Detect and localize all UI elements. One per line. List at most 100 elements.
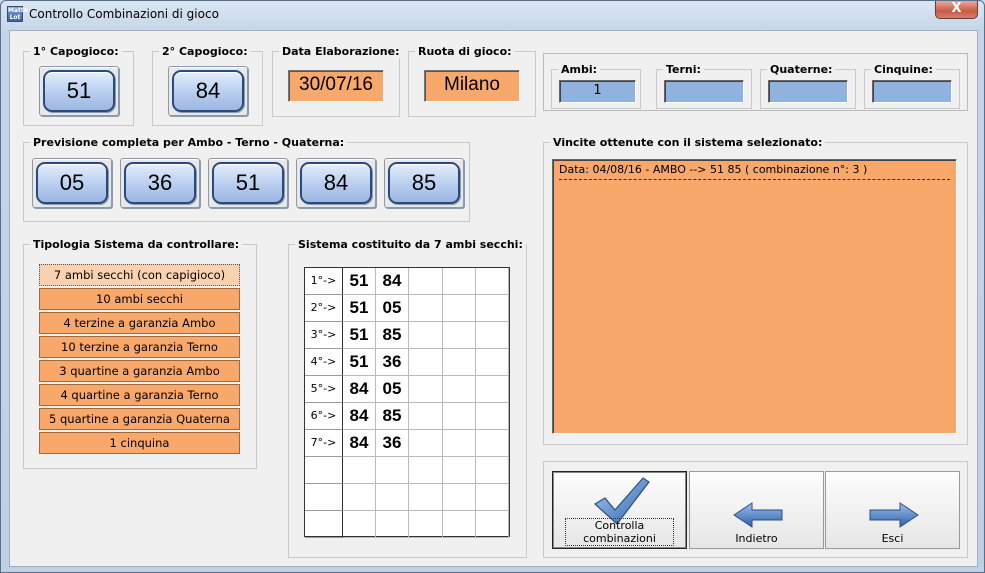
client-area: 1° Capogioco: 51 2° Capogioco: 84 Data E… — [9, 30, 978, 567]
grid-cell — [409, 430, 443, 457]
grid-cell — [443, 457, 476, 484]
capogioco1-button[interactable]: 51 — [43, 70, 115, 112]
grid-row-label: 5°-> — [305, 376, 343, 403]
grid-cell — [443, 268, 476, 295]
grid-cell: 84 — [343, 403, 376, 430]
previsione-frame-4: 84 — [296, 158, 376, 208]
grid-row-label: 6°-> — [305, 403, 343, 430]
previsione-group: Previsione completa per Ambo - Terno - Q… — [23, 136, 470, 222]
wins-list[interactable]: Data: 04/08/16 - AMBO --> 51 85 ( combin… — [552, 159, 957, 434]
ruota-group: Ruota di gioco: Milano — [408, 45, 536, 117]
esci-label: Esci — [881, 532, 904, 545]
system-option-7[interactable]: 5 quartine a garanzia Quaterna — [39, 408, 240, 430]
system-option-6[interactable]: 4 quartine a garanzia Terno — [39, 384, 240, 406]
ruota-value: Milano — [424, 70, 520, 102]
cinquine-value — [872, 80, 952, 103]
arrow-left-icon — [733, 502, 783, 528]
capogioco1-label: 1° Capogioco: — [30, 45, 122, 58]
tipologia-label: Tipologia Sistema da controllare: — [30, 238, 243, 251]
previsione-number[interactable]: 36 — [124, 162, 196, 204]
previsione-number[interactable]: 51 — [212, 162, 284, 204]
grid-cell — [409, 511, 443, 538]
grid-cell — [409, 349, 443, 376]
app-icon: Matte Lot — [7, 6, 28, 22]
previsione-label: Previsione completa per Ambo - Terno - Q… — [30, 136, 348, 149]
controlla-combinazioni-label: Controlla combinazioni — [565, 518, 674, 546]
system-option-5[interactable]: 3 quartine a garanzia Ambo — [39, 360, 240, 382]
grid-cell — [343, 484, 376, 511]
grid-cell: 51 — [343, 268, 376, 295]
vincite-label: Vincite ottenute con il sistema selezion… — [550, 136, 826, 149]
system-option-1[interactable]: 7 ambi secchi (con capigioco) — [39, 264, 240, 286]
app-window: Matte Lot Controllo Combinazioni di gioc… — [0, 0, 985, 573]
grid-cell: 84 — [343, 430, 376, 457]
system-option-3[interactable]: 4 terzine a garanzia Ambo — [39, 312, 240, 334]
win-entry[interactable]: Data: 04/08/16 - AMBO --> 51 85 ( combin… — [559, 163, 867, 176]
grid-cell — [343, 457, 376, 484]
esci-button[interactable]: Esci — [825, 471, 960, 549]
grid-cell: 51 — [343, 295, 376, 322]
actions-group: Controlla combinazioni Indietro Esci — [543, 461, 968, 558]
previsione-number[interactable]: 84 — [300, 162, 372, 204]
close-button[interactable]: X — [935, 1, 978, 19]
controlla-combinazioni-button[interactable]: Controlla combinazioni — [552, 471, 687, 549]
grid-cell — [476, 322, 509, 349]
grid-row-label — [305, 484, 343, 511]
capogioco2-frame: 84 — [168, 66, 248, 116]
data-elaborazione-label: Data Elaborazione: — [279, 45, 403, 58]
sistema-label: Sistema costituito da 7 ambi secchi: — [295, 238, 526, 251]
grid-row-label: 7°-> — [305, 430, 343, 457]
grid-cell: 36 — [376, 349, 409, 376]
previsione-frame-3: 51 — [208, 158, 288, 208]
grid-cell: 85 — [376, 403, 409, 430]
ambi-group: Ambi: 1 — [551, 63, 641, 109]
grid-cell — [443, 511, 476, 538]
grid-cell: 05 — [376, 376, 409, 403]
title-bar[interactable]: Matte Lot Controllo Combinazioni di gioc… — [1, 1, 984, 27]
grid-row-label — [305, 457, 343, 484]
previsione-number[interactable]: 85 — [388, 162, 460, 204]
grid-cell: 36 — [376, 430, 409, 457]
ambi-value: 1 — [559, 80, 636, 103]
grid-cell: 05 — [376, 295, 409, 322]
tipologia-group: Tipologia Sistema da controllare: 7 ambi… — [23, 238, 257, 469]
combination-grid: 1°-> 51 84 2°-> 51 05 3°-> 51 85 4°-> 51 36 5°-> 84 05… — [304, 267, 510, 538]
vincite-group: Vincite ottenute con il sistema selezion… — [543, 136, 968, 445]
grid-cell — [409, 295, 443, 322]
cinquine-label: Cinquine: — [871, 63, 936, 76]
grid-cell — [409, 322, 443, 349]
system-option-2[interactable]: 10 ambi secchi — [39, 288, 240, 310]
previsione-frame-5: 85 — [384, 158, 464, 208]
previsione-frame-2: 36 — [120, 158, 200, 208]
system-option-8[interactable]: 1 cinquina — [39, 432, 240, 454]
grid-cell — [443, 403, 476, 430]
grid-cell: 85 — [376, 322, 409, 349]
grid-cell — [409, 457, 443, 484]
previsione-frame-1: 05 — [32, 158, 112, 208]
previsione-number[interactable]: 05 — [36, 162, 108, 204]
grid-row-label: 3°-> — [305, 322, 343, 349]
indietro-button[interactable]: Indietro — [689, 471, 824, 549]
grid-cell: 84 — [376, 268, 409, 295]
quaterne-label: Quaterne: — [767, 63, 836, 76]
system-option-4[interactable]: 10 terzine a garanzia Terno — [39, 336, 240, 358]
terni-group: Terni: — [656, 63, 752, 109]
grid-cell: 51 — [343, 349, 376, 376]
grid-cell — [476, 511, 509, 538]
indietro-label: Indietro — [735, 532, 778, 545]
cinquine-group: Cinquine: — [864, 63, 960, 109]
grid-cell — [409, 376, 443, 403]
window-title: Controllo Combinazioni di gioco — [29, 7, 219, 21]
capogioco1-frame: 51 — [39, 66, 119, 116]
grid-cell — [443, 295, 476, 322]
grid-cell — [443, 322, 476, 349]
grid-cell — [476, 484, 509, 511]
grid-cell — [409, 484, 443, 511]
data-elaborazione-group: Data Elaborazione: 30/07/16 — [272, 45, 403, 117]
grid-row-label: 4°-> — [305, 349, 343, 376]
capogioco2-button[interactable]: 84 — [172, 70, 244, 112]
grid-cell — [376, 484, 409, 511]
grid-cell — [476, 430, 509, 457]
grid-cell — [409, 403, 443, 430]
grid-cell — [409, 268, 443, 295]
